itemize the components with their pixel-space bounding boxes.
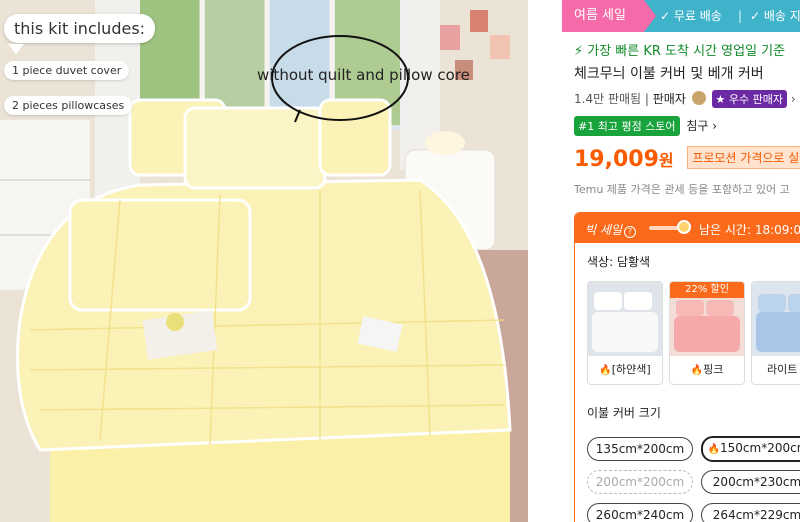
price-disclaimer: Temu 제품 가격은 관세 등을 포함하고 있어 고 [574,183,790,196]
meta-separator: | [644,92,649,106]
promo-price-tag[interactable]: 프로모션 가격으로 실 [687,146,800,169]
size-option[interactable]: 264cm*229cm [701,503,800,522]
countdown-timer: 남은 시간: 18:09:0 [699,223,800,237]
duvet-size-label: 이불 커버 크기 [587,406,661,420]
big-sale-label: 빅 세일? [585,221,636,238]
size-option[interactable]: 200cm*230cm [701,470,800,494]
speech-bubble-tail [8,44,24,54]
white-bedding-thumbnail [588,282,662,356]
no-quilt-note: without quilt and pillow core [257,66,470,84]
flame-icon: 🔥 [707,444,721,455]
color-option-name: 🔥핑크 [690,363,724,376]
seller-avatar[interactable] [691,91,706,105]
fast-delivery-note: ⚡ 가장 빠른 KR 도착 시간 영업일 기준 [574,44,786,59]
color-option-white[interactable]: 🔥[하얀색] [587,281,663,385]
kit-includes-heading: this kit includes: [4,14,156,43]
kit-item-pillowcases: 2 pieces pillowcases [4,96,133,115]
color-option-name: 라이트 블 [767,363,800,376]
promo-banner[interactable]: 여름 세일 ✓ 무료 배송 | ✓ 배송 지 [562,0,800,32]
product-title: 체크무늬 이불 커버 및 베개 커버 [574,66,764,82]
price-row: 19,009원 프로모션 가격으로 실 [574,146,800,172]
sold-count: 1.4만 판매됨 [574,92,642,106]
color-label: 색상: 담황색 [587,255,651,269]
discount-tag: 22% 할인 [670,282,744,298]
color-option-light-blue[interactable]: 라이트 블 [751,281,800,385]
product-photo[interactable]: this kit includes: 1 piece duvet cover 2… [0,0,528,522]
size-option[interactable]: 135cm*200cm [587,437,693,461]
store-rank[interactable]: #1 최고 평점 스토어 침구 › [574,116,717,136]
price-value: 19,009 [574,147,659,172]
blue-bedding-thumbnail [752,282,800,356]
shipping-guarantee-label: ✓ 배송 지 [750,9,800,23]
kit-item-duvet: 1 piece duvet cover [4,61,130,80]
free-shipping-label: ✓ 무료 배송 [660,9,722,23]
seller-meta: 1.4만 판매됨 | 판매자 ★ 우수 판매자 › [574,90,796,108]
size-option[interactable]: 260cm*240cm [587,503,693,522]
help-icon[interactable]: ? [623,226,636,238]
product-info-panel: 여름 세일 ✓ 무료 배송 | ✓ 배송 지 ⚡ 가장 빠른 KR 도착 시간 … [562,0,800,522]
flame-icon: 🔥 [690,365,704,376]
color-option-pink[interactable]: 22% 할인 🔥핑크 [669,281,745,385]
color-option-name: 🔥[하얀색] [599,363,651,376]
size-option-disabled[interactable]: 200cm*200cm [587,470,693,494]
big-sale-card: 빅 세일? 남은 시간: 18:09:0 색상: 담황색 🔥[하얀색] 22% [574,212,800,522]
banner-arrow [644,0,656,32]
rank-category[interactable]: 침구 › [686,119,717,133]
star-seller-badge[interactable]: ★ 우수 판매자 [711,90,788,108]
gallery-gutter [528,0,562,522]
summer-sale-label: 여름 세일 [562,0,644,32]
size-option-selected[interactable]: 🔥150cm*200cm [701,436,800,462]
banner-separator: | [738,9,743,23]
sale-progress-knob [677,220,691,234]
chevron-right-icon[interactable]: › [791,92,796,106]
big-sale-header: 빅 세일? 남은 시간: 18:09:0 [575,213,800,243]
price-unit: 원 [658,151,674,170]
flame-icon: 🔥 [599,365,612,376]
seller-label: 판매자 [652,92,686,106]
top-rated-badge: #1 최고 평점 스토어 [574,116,680,136]
